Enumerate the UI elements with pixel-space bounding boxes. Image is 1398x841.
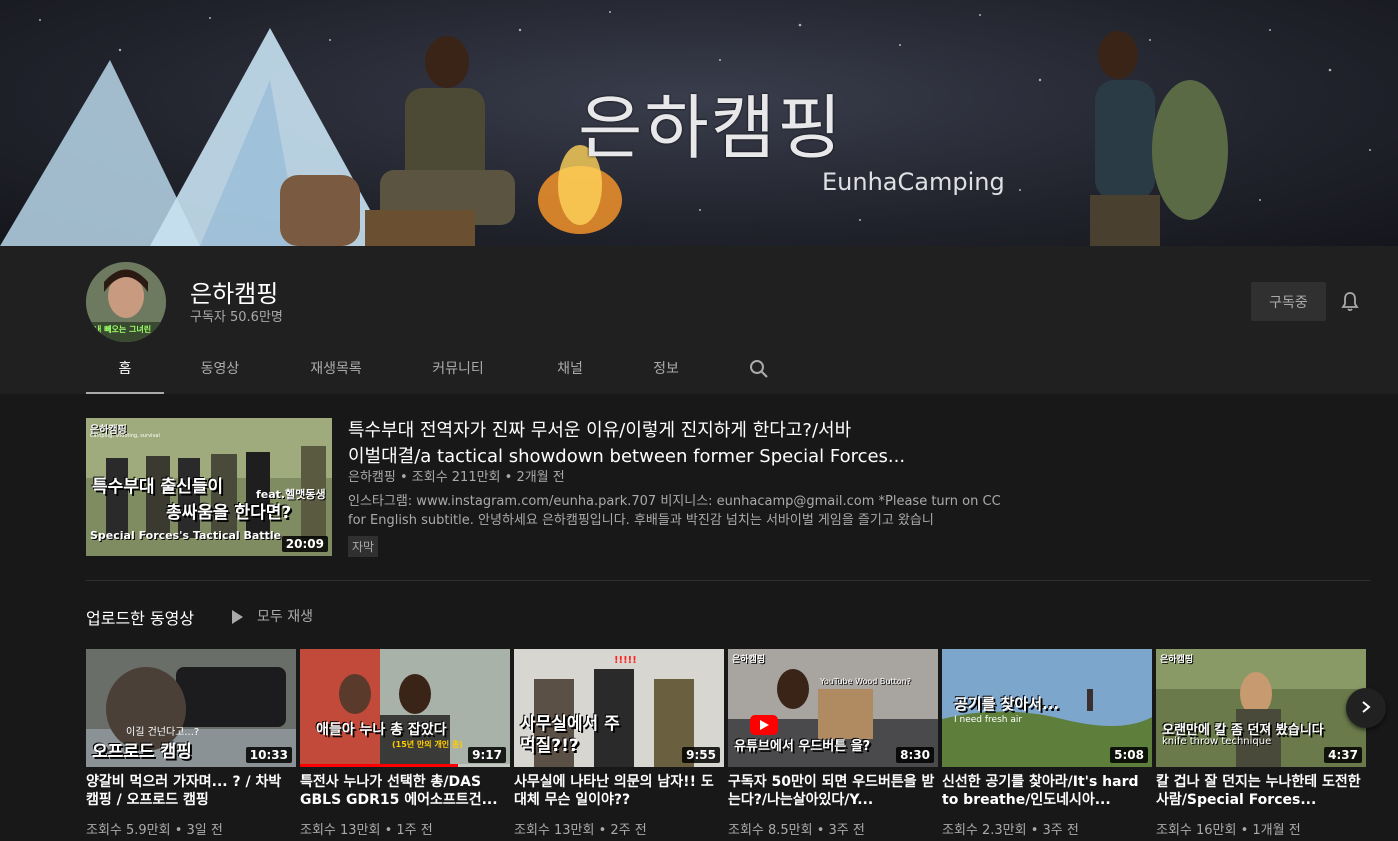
video-title[interactable]: 사무실에 나타난 의문의 남자!! 도대체 무슨 일이야??: [514, 773, 724, 809]
video-card[interactable]: 공기를 찾아서... I need fresh air 5:08 신선한 공기를…: [942, 649, 1152, 838]
section-divider: [86, 580, 1370, 581]
tab-home[interactable]: 홈: [86, 348, 164, 395]
video-card[interactable]: 이길 건넌다고...? 오프로드 캠핑 10:33 양갈비 먹으러 가자며...…: [86, 649, 296, 838]
video-title[interactable]: 신선한 공기를 찾아라/It's hard to breathe/인도네시아..…: [942, 773, 1152, 809]
banner-title: 은하캠핑: [578, 87, 844, 169]
desc-line2: for English subtitle. 안녕하세요 은하캠핑입니다. 후배들…: [348, 513, 934, 528]
duration-badge: 9:17: [468, 747, 506, 763]
subscribed-button[interactable]: 구독중: [1251, 282, 1326, 321]
video-meta: 조회수 2.3만회 • 3주 전: [942, 823, 1079, 838]
video-title[interactable]: 양갈비 먹으러 가자며... ? / 차박 캠핑 / 오프로드 캠핑: [86, 773, 296, 809]
thumb-brand: 은하캠핑: [732, 655, 766, 665]
featured-video-description: 인스타그램: www.instagram.com/eunha.park.707 …: [348, 492, 1001, 530]
play-icon: [232, 610, 243, 624]
thumb-text: 공기를 찾아서...: [954, 695, 1060, 713]
duration-badge: 9:55: [682, 747, 720, 763]
video-title[interactable]: 구독자 50만이 되면 우드버튼을 받는다?/나는살아있다/Y...: [728, 773, 938, 809]
thumb-text: 오프로드 캠핑: [92, 742, 192, 762]
thumb-text: 사무실에서 주먹질?!?: [520, 714, 620, 756]
tab-playlists[interactable]: 재생목록: [298, 348, 374, 392]
thumb-small-text: YouTube Wood Button?: [820, 677, 911, 686]
subscriber-count: 구독자 50.6만명: [190, 310, 283, 325]
video-card[interactable]: !!!!! 사무실에서 주먹질?!? 9:55 사무실에 나타난 의문의 남자!…: [514, 649, 724, 838]
thumb-text: 애들아 누나 총 잡았다: [316, 722, 447, 738]
chevron-right-icon[interactable]: [1346, 688, 1386, 728]
thumb-brand: 은하캠핑: [1160, 655, 1194, 665]
tab-channels[interactable]: 채널: [542, 348, 598, 392]
thumb-brand-sub: Camping, shooting, survival: [90, 433, 160, 439]
video-thumbnail[interactable]: !!!!! 사무실에서 주먹질?!? 9:55: [514, 649, 724, 767]
video-thumbnail[interactable]: 은하캠핑 오랜만에 칼 좀 던져 봤습니다 knife throw techni…: [1156, 649, 1366, 767]
video-meta: 조회수 13만회 • 1주 전: [300, 823, 433, 838]
thumb-line1: 특수부대 출신들이: [92, 477, 224, 497]
video-title[interactable]: 칼 겁나 잘 던지는 누나한테 도전한 사람/Special Forces...: [1156, 773, 1366, 809]
channel-banner: 은하캠핑 EunhaCamping: [0, 0, 1398, 246]
video-title[interactable]: 특전사 누나가 선택한 총/DAS GBLS GDR15 에어소프트건...: [300, 773, 510, 809]
featured-video-meta: 은하캠핑 • 조회수 211만회 • 2개월 전: [348, 470, 565, 485]
featured-video-thumbnail[interactable]: 은하캠핑 Camping, shooting, survival 특수부대 출신…: [86, 418, 332, 556]
channel-name: 은하캠핑: [190, 280, 279, 308]
tab-about[interactable]: 정보: [638, 348, 694, 392]
video-meta: 조회수 16만회 • 1개월 전: [1156, 823, 1301, 838]
banner-subtitle: EunhaCamping: [822, 168, 1005, 196]
search-icon[interactable]: [748, 358, 770, 380]
video-card[interactable]: 애들아 누나 총 잡았다 (15년 만의 개인 총) 9:17 특전사 누나가 …: [300, 649, 510, 838]
thumb-small-text: !!!!!: [614, 655, 637, 666]
play-all-button[interactable]: 모두 재생: [232, 606, 313, 626]
video-thumbnail[interactable]: 공기를 찾아서... I need fresh air 5:08: [942, 649, 1152, 767]
thumb-small-text: I need fresh air: [954, 715, 1023, 725]
play-all-label: 모두 재생: [257, 609, 313, 625]
watch-progress-bar: [300, 764, 510, 767]
thumb-small-text: 이길 건넌다고...?: [126, 727, 200, 738]
thumb-small-text: knife throw technique: [1162, 736, 1272, 747]
featured-video-title[interactable]: 특수부대 전역자가 진짜 무서운 이유/이렇게 진지하게 한다고?/서바 이벌대…: [348, 418, 908, 470]
video-thumbnail[interactable]: 이길 건넌다고...? 오프로드 캠핑 10:33: [86, 649, 296, 767]
duration-badge: 4:37: [1324, 747, 1362, 763]
duration-badge: 5:08: [1110, 747, 1148, 763]
video-meta: 조회수 13만회 • 2주 전: [514, 823, 647, 838]
desc-line1: 인스타그램: www.instagram.com/eunha.park.707 …: [348, 494, 1001, 509]
video-meta: 조회수 5.9만회 • 3일 전: [86, 823, 223, 838]
cc-badge: 자막: [348, 536, 379, 557]
thumb-feat: feat.헬맷동생: [256, 488, 326, 501]
channel-avatar[interactable]: 내 빼오는 그녀린: [86, 262, 166, 342]
uploads-shelf-title[interactable]: 업로드한 동영상: [86, 605, 194, 629]
thumb-en: Special Forces's Tactical Battle: [90, 529, 282, 542]
video-thumbnail[interactable]: 은하캠핑 YouTube Wood Button? 유튜브에서 우드버튼 을? …: [728, 649, 938, 767]
video-card[interactable]: 은하캠핑 YouTube Wood Button? 유튜브에서 우드버튼 을? …: [728, 649, 938, 838]
video-card[interactable]: 은하캠핑 오랜만에 칼 좀 던져 봤습니다 knife throw techni…: [1156, 649, 1366, 838]
tab-community[interactable]: 커뮤니티: [420, 348, 496, 392]
bell-icon[interactable]: [1338, 290, 1362, 314]
duration-badge: 10:33: [245, 747, 292, 763]
avatar-caption: 내 빼오는 그녀린: [94, 325, 152, 334]
featured-title-line1: 특수부대 전역자가 진짜 무서운 이유/이렇게 진지하게 한다고?/서바: [348, 420, 852, 441]
thumb-small-text: (15년 만의 개인 총): [392, 740, 463, 749]
video-meta: 조회수 8.5만회 • 3주 전: [728, 823, 865, 838]
duration-badge: 20:09: [281, 536, 328, 552]
tab-videos[interactable]: 동영상: [186, 348, 254, 392]
video-thumbnail[interactable]: 애들아 누나 총 잡았다 (15년 만의 개인 총) 9:17: [300, 649, 510, 767]
thumb-text: 유튜브에서 우드버튼 을?: [734, 739, 871, 754]
duration-badge: 8:30: [896, 747, 934, 763]
